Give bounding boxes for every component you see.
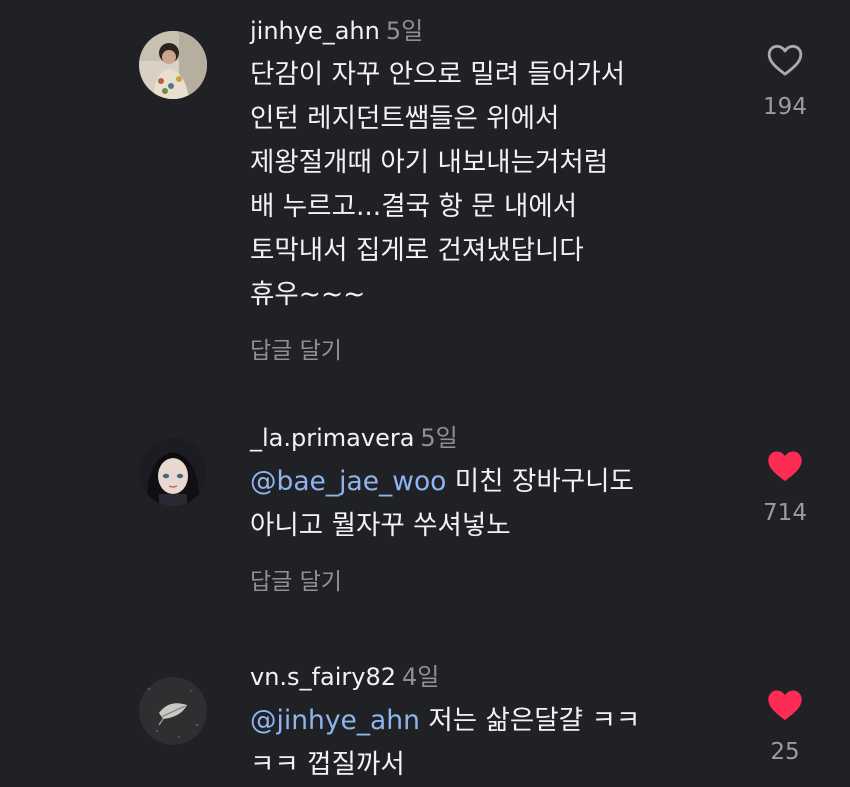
like-count: 25 [770,739,800,765]
comment-text: @bae_jae_woo 미친 장바구니도 아니고 뭘자꾸 쑤셔넣노 [250,460,710,548]
username[interactable]: jinhye_ahn [250,17,380,45]
reply-button[interactable]: 답글 달기 [250,562,342,596]
timestamp: 5일 [420,424,458,452]
profile-photo-icon [139,438,207,506]
heart-filled-icon[interactable] [765,685,805,725]
username[interactable]: vn.s_fairy82 [250,663,396,691]
comment-meta: vn.s_fairy82 4일 [250,660,710,694]
like-control[interactable]: 25 [750,685,820,765]
comment-text: 단감이 자꾸 안으로 밀려 들어가서 인턴 레지던트쌤들은 위에서 제왕절개때 … [250,53,710,317]
mention-link[interactable]: @jinhye_ahn [250,705,420,736]
avatar[interactable] [139,438,207,506]
comment-meta: jinhye_ahn 5일 [250,14,710,48]
reply-button[interactable]: 답글 달기 [250,331,342,365]
avatar[interactable] [139,31,207,99]
heart-filled-icon[interactable] [765,446,805,486]
like-count: 714 [763,500,807,526]
comment-text: @jinhye_ahn 저는 삶은달걀 ㅋㅋ ㅋㅋ 껍질까서 [250,699,710,787]
username[interactable]: _la.primavera [250,424,414,452]
comment-body: 단감이 자꾸 안으로 밀려 들어가서 인턴 레지던트쌤들은 위에서 제왕절개때 … [250,59,626,310]
heart-outline-icon[interactable] [765,40,805,80]
like-count: 194 [763,94,807,120]
comment-meta: _la.primavera 5일 [250,421,710,455]
avatar[interactable] [139,677,207,745]
like-control[interactable]: 714 [750,446,820,526]
mention-link[interactable]: @bae_jae_woo [250,466,446,497]
timestamp: 4일 [401,663,440,691]
profile-photo-icon [139,31,207,99]
like-control[interactable]: 194 [750,40,820,120]
profile-photo-icon [139,677,207,745]
timestamp: 5일 [385,17,424,45]
